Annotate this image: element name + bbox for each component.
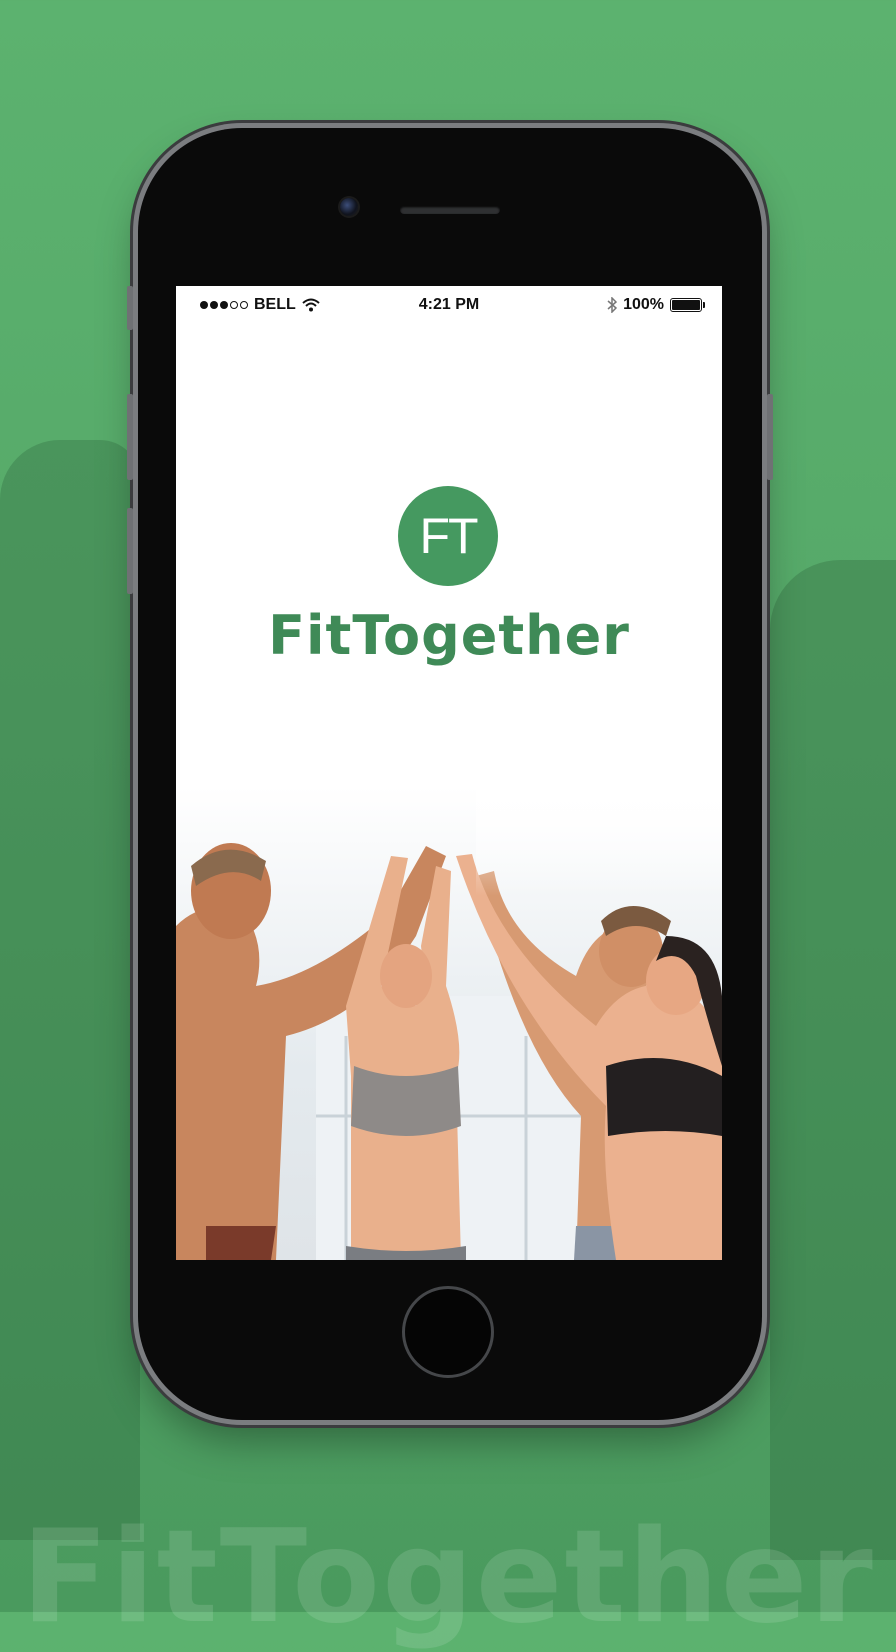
background-person-left	[0, 440, 140, 1540]
app-logo: FT	[398, 486, 498, 586]
home-button[interactable]	[402, 1286, 494, 1378]
status-bar: BELL 4:21 PM 100%	[176, 286, 722, 322]
battery-icon	[670, 298, 705, 312]
battery-level-fill	[672, 300, 700, 310]
gym-window-glare	[476, 786, 722, 896]
bluetooth-icon	[607, 297, 618, 313]
app-name: FitTogether	[268, 604, 630, 667]
background-person-right	[770, 560, 896, 1560]
app-screen: BELL 4:21 PM 100% FT FitTogether	[176, 286, 722, 1260]
background-watermark-text: FitTogether	[21, 1503, 875, 1652]
phone-volume-down-button	[127, 508, 133, 594]
phone-volume-up-button	[127, 394, 133, 480]
hero-photo	[176, 786, 722, 1260]
earpiece-speaker	[400, 206, 500, 214]
status-right: 100%	[607, 296, 705, 314]
battery-percent: 100%	[623, 296, 664, 313]
phone-mute-switch	[127, 286, 133, 330]
front-camera	[340, 198, 358, 216]
phone-power-button	[767, 394, 773, 480]
phone-frame: BELL 4:21 PM 100% FT FitTogether	[127, 128, 773, 1420]
